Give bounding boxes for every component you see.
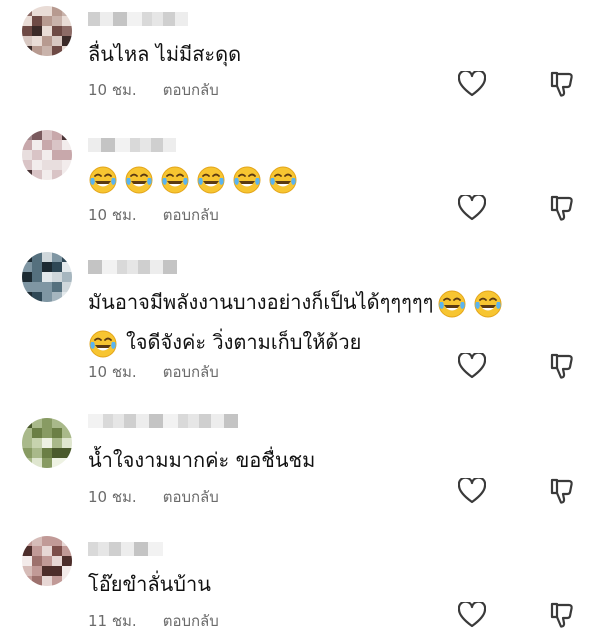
tears-of-joy-emoji [438,290,466,317]
avatar[interactable] [22,536,72,586]
username-blurred[interactable] [88,12,188,26]
reply-button[interactable]: ตอบกลับ [163,609,219,633]
username-blurred[interactable] [88,138,176,152]
comment-meta: 11 ชม. ตอบกลับ [88,609,219,633]
tears-of-joy-emoji [474,290,502,317]
comment-text [88,162,304,194]
dislike-button[interactable] [546,601,578,633]
reply-button[interactable]: ตอบกลับ [163,485,219,509]
reply-button[interactable]: ตอบกลับ [163,78,219,102]
emoji-row [88,162,304,194]
thumbs-down-icon [548,601,576,633]
heart-icon [457,600,487,632]
tears-of-joy-emoji [269,166,297,193]
comment-text: โอ๊ยขำลั่นบ้าน [88,568,211,600]
comment-meta: 10 ชม. ตอบกลับ [88,360,219,384]
username-blurred[interactable] [88,260,177,274]
comment-time: 10 ชม. [88,488,137,506]
comment-text-line: ใจดีจังค่ะ วิ่งตามเก็บให้ด้วย [88,326,509,358]
like-button[interactable] [456,600,488,633]
like-button[interactable] [456,193,488,226]
comment-text: มันอาจมีพลังงานบางอย่างก็เป็นได้ๆๆๆๆๆ ใจ… [88,286,509,358]
thumbs-down-icon [548,194,576,226]
like-button[interactable] [456,476,488,509]
comment-time: 10 ชม. [88,363,137,381]
comment-meta: 10 ชม. ตอบกลับ [88,203,219,227]
avatar[interactable] [22,418,72,468]
comment-time: 10 ชม. [88,81,137,99]
comment-text-line: น้ำใจงามมากค่ะ ขอชื่นชม [88,448,316,472]
thumbs-down-icon [548,477,576,509]
username-blurred[interactable] [88,542,163,556]
thumbs-down-icon [548,70,576,102]
dislike-button[interactable] [546,477,578,509]
tears-of-joy-emoji [233,166,261,193]
reply-button[interactable]: ตอบกลับ [163,203,219,227]
dislike-button[interactable] [546,194,578,226]
like-button[interactable] [456,69,488,102]
avatar[interactable] [22,252,72,302]
heart-icon [457,351,487,383]
comment-meta: 10 ชม. ตอบกลับ [88,78,219,102]
avatar[interactable] [22,130,72,180]
emoji-inline [88,330,124,357]
heart-icon [457,193,487,225]
avatar[interactable] [22,6,72,56]
username-blurred[interactable] [88,414,238,428]
comment-text: น้ำใจงามมากค่ะ ขอชื่นชม [88,444,315,476]
like-button[interactable] [456,351,488,384]
comment-time: 11 ชม. [88,612,137,630]
comment-text: ลื่นไหล ไม่มีสะดุด [88,38,241,70]
comment-text-line: ลื่นไหล ไม่มีสะดุด [88,42,242,66]
tears-of-joy-emoji [197,166,225,193]
comment-text-line: โอ๊ยขำลั่นบ้าน [88,572,211,596]
tears-of-joy-emoji [161,166,189,193]
heart-icon [457,69,487,101]
tears-of-joy-emoji [125,166,153,193]
comment-time: 10 ชม. [88,206,137,224]
dislike-button[interactable] [546,70,578,102]
dislike-button[interactable] [546,352,578,384]
thumbs-down-icon [548,352,576,384]
comment-meta: 10 ชม. ตอบกลับ [88,485,219,509]
comment-text-part: มันอาจมีพลังงานบางอย่างก็เป็นได้ๆๆๆๆๆ [88,290,434,314]
reply-button[interactable]: ตอบกลับ [163,360,219,384]
comment-text-part: ใจดีจังค่ะ วิ่งตามเก็บให้ด้วย [126,330,362,354]
heart-icon [457,476,487,508]
tears-of-joy-emoji [89,166,117,193]
comment-text-line: มันอาจมีพลังงานบางอย่างก็เป็นได้ๆๆๆๆๆ [88,286,509,318]
emoji-inline [437,290,509,317]
tears-of-joy-emoji [89,330,117,357]
